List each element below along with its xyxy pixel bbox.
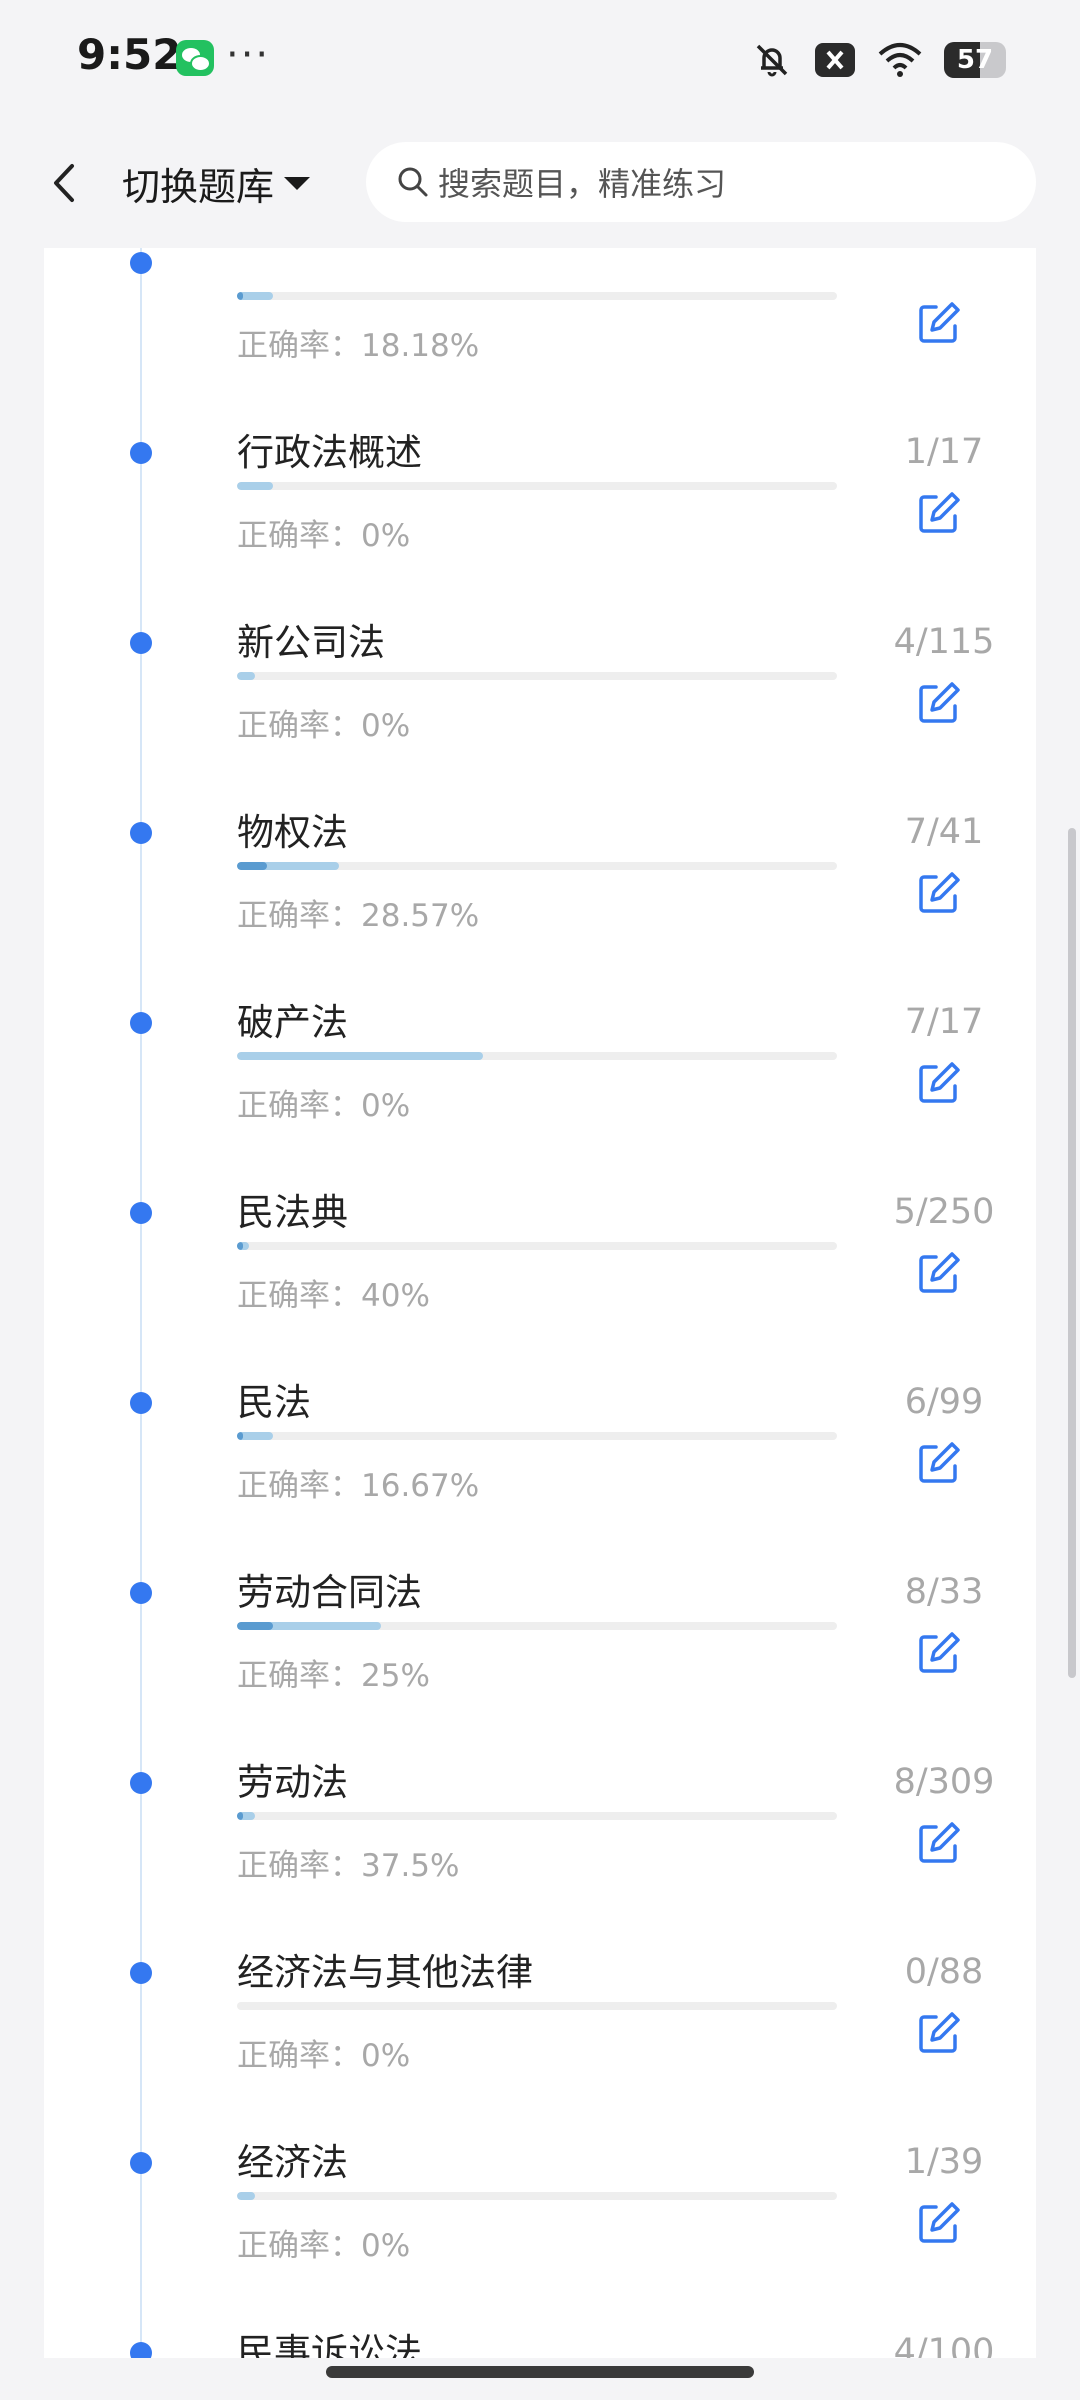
timeline-dot — [130, 1392, 152, 1414]
status-icons: 57 — [752, 38, 1006, 82]
question-count: 4/100 — [893, 2332, 995, 2358]
chapter-item[interactable]: 破产法 正确率：0% 7/17 — [44, 880, 1036, 1124]
caret-down-icon — [284, 176, 311, 190]
progress-bar — [237, 672, 837, 680]
timeline-dot — [130, 1012, 152, 1034]
question-count: 7/17 — [904, 1002, 984, 1042]
wifi-icon — [878, 43, 922, 77]
switch-question-bank-button[interactable]: 切换题库 — [122, 158, 311, 209]
progress-correct — [237, 1432, 243, 1440]
chapter-item[interactable]: 新公司法 正确率：0% 4/115 — [44, 500, 1036, 744]
question-count: 7/41 — [904, 812, 984, 852]
scrollbar[interactable] — [1068, 828, 1076, 1678]
timeline-dot — [130, 1772, 152, 1794]
timeline-dot — [130, 2152, 152, 2174]
chapter-item[interactable]: 物权法 正确率：28.57% 7/41 — [44, 690, 1036, 934]
chapter-item[interactable]: 劳动合同法 正确率：25% 8/33 — [44, 1450, 1036, 1694]
battery-level: 57 — [956, 45, 994, 75]
chapter-item[interactable]: 民事诉讼法 4/100 — [44, 2210, 1036, 2358]
progress-answered — [237, 1052, 483, 1060]
timeline-dot — [130, 1202, 152, 1224]
progress-bar — [237, 1052, 837, 1060]
battery-icon: 57 — [944, 42, 1006, 78]
chapter-title: 行政法概述 — [237, 431, 422, 474]
chapter-item[interactable]: 正确率：18.18% — [44, 248, 1036, 364]
chapter-title: 破产法 — [237, 1001, 348, 1044]
chapter-item[interactable]: 民法典 正确率：40% 5/250 — [44, 1070, 1036, 1314]
switch-question-bank-label: 切换题库 — [122, 164, 275, 209]
progress-correct — [237, 1622, 273, 1630]
close-box-icon — [815, 43, 855, 77]
chapter-title: 劳动合同法 — [237, 1571, 422, 1614]
progress-bar — [237, 1242, 837, 1250]
progress-correct — [237, 862, 267, 870]
progress-correct — [237, 292, 243, 300]
timeline-dot — [130, 442, 152, 464]
chapter-list: 正确率：18.18% 行政法概述 正确率：0% 1/17 新公司法 正确率：0% 4/115… — [44, 248, 1036, 2358]
question-count: 5/250 — [893, 1192, 995, 1232]
progress-answered — [237, 672, 255, 680]
chapter-title: 劳动法 — [237, 1761, 348, 1804]
question-count: 1/17 — [904, 432, 984, 472]
timeline-dot — [130, 822, 152, 844]
progress-bar — [237, 1812, 837, 1820]
progress-answered — [237, 2192, 255, 2200]
chapter-item[interactable]: 民法 正确率：16.67% 6/99 — [44, 1260, 1036, 1504]
top-navigation: 切换题库 搜索题目，精准练习 — [0, 118, 1080, 248]
home-indicator[interactable] — [326, 2366, 754, 2378]
question-count: 1/39 — [904, 2142, 984, 2182]
progress-answered — [237, 482, 273, 490]
timeline-dot — [130, 1962, 152, 1984]
bell-off-icon — [756, 44, 788, 77]
timeline-dot — [130, 2342, 152, 2358]
question-count: 4/115 — [893, 622, 995, 662]
question-count: 0/88 — [904, 1952, 984, 1992]
more-notifications-icon: ··· — [226, 32, 271, 78]
chapter-title: 民事诉讼法 — [237, 2331, 422, 2358]
progress-bar — [237, 2192, 837, 2200]
question-count: 8/33 — [904, 1572, 984, 1612]
timeline-dot — [130, 1582, 152, 1604]
progress-correct — [237, 1242, 243, 1250]
progress-correct — [237, 1812, 243, 1820]
chapter-title: 经济法 — [237, 2141, 348, 2184]
search-icon — [398, 167, 428, 197]
status-time: 9:52 — [77, 30, 182, 79]
progress-bar — [237, 482, 837, 490]
status-bar: 9:52 ··· 57 — [0, 0, 1080, 118]
chapter-item[interactable]: 经济法与其他法律 正确率：0% 0/88 — [44, 1830, 1036, 2074]
progress-bar — [237, 862, 837, 870]
search-placeholder: 搜索题目，精准练习 — [438, 165, 727, 203]
chapter-title: 民法典 — [237, 1191, 348, 1234]
chapter-title: 民法 — [237, 1381, 311, 1424]
question-count: 8/309 — [893, 1762, 995, 1802]
timeline-dot — [130, 632, 152, 654]
search-input[interactable]: 搜索题目，精准练习 — [366, 142, 1036, 222]
timeline-dot — [130, 252, 152, 274]
question-count: 6/99 — [904, 1382, 984, 1422]
chapter-title: 经济法与其他法律 — [237, 1951, 533, 1994]
chapter-title: 新公司法 — [237, 621, 385, 664]
progress-bar — [237, 292, 837, 300]
chapter-title: 物权法 — [237, 811, 348, 854]
wechat-icon — [176, 40, 214, 76]
progress-bar — [237, 2002, 837, 2010]
back-arrow-icon[interactable] — [44, 158, 84, 208]
progress-bar — [237, 1622, 837, 1630]
chapter-item[interactable]: 劳动法 正确率：37.5% 8/309 — [44, 1640, 1036, 1884]
progress-bar — [237, 1432, 837, 1440]
chapter-item[interactable]: 行政法概述 正确率：0% 1/17 — [44, 310, 1036, 554]
chapter-item[interactable]: 经济法 正确率：0% 1/39 — [44, 2020, 1036, 2264]
